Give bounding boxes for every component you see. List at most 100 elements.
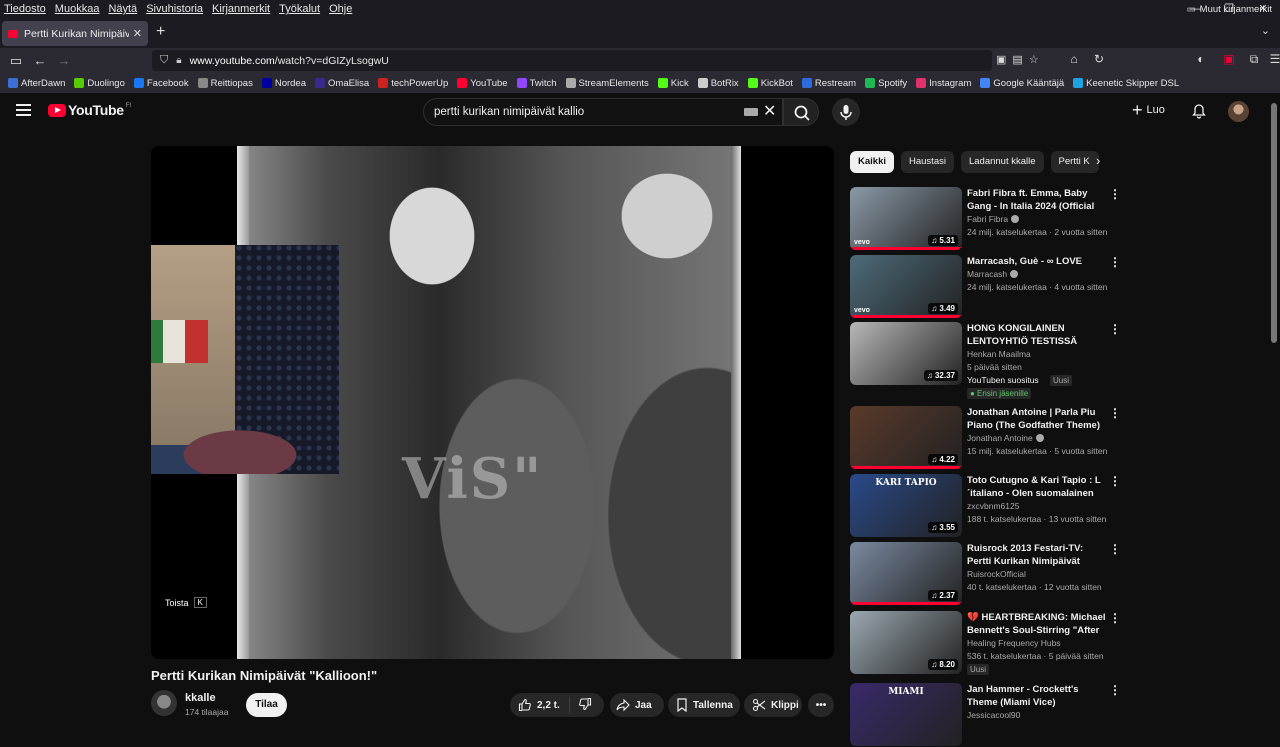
tab-youtube[interactable]: Pertti Kurikan Nimipäivät "Kallioon!" - … bbox=[2, 21, 148, 46]
clip-button[interactable]: Klippi bbox=[744, 693, 802, 717]
page-scrollbar[interactable] bbox=[1271, 103, 1277, 343]
app-menu-icon[interactable]: ☰ bbox=[1266, 52, 1280, 66]
chip-1[interactable]: Haustasi bbox=[901, 151, 954, 173]
bookmark-item[interactable]: Twitch bbox=[516, 78, 557, 89]
save-button[interactable]: Tallenna bbox=[668, 693, 740, 717]
menu-item-4[interactable]: Kirjanmerkit bbox=[212, 3, 270, 15]
menu-item-0[interactable]: Tiedosto bbox=[4, 3, 46, 15]
more-options-icon[interactable]: ⋮ bbox=[1109, 322, 1121, 336]
recommendation-channel[interactable]: Fabri Fibra bbox=[967, 214, 1020, 224]
more-options-icon[interactable]: ⋮ bbox=[1109, 542, 1121, 556]
recommendation-title[interactable]: Ruisrock 2013 Festari-TV: Pertti Kurikan… bbox=[967, 542, 1107, 568]
bookmark-item[interactable]: Duolingo bbox=[74, 78, 125, 89]
recommendation-channel[interactable]: Jonathan Antoine bbox=[967, 433, 1044, 443]
bookmark-item[interactable]: Kick bbox=[657, 78, 689, 89]
share-button[interactable]: Jaa bbox=[610, 693, 664, 717]
thumbnail[interactable]: vevo ♫ 3.49 bbox=[850, 255, 962, 318]
channel-name[interactable]: kkalle bbox=[185, 692, 216, 704]
recommendation-channel[interactable]: Marracash bbox=[967, 269, 1019, 279]
menu-item-2[interactable]: Näytä bbox=[108, 3, 137, 15]
chip-3[interactable]: Pertti K bbox=[1050, 151, 1099, 173]
recommendation-channel[interactable]: RuisrockOfficial bbox=[967, 569, 1026, 579]
bookmark-item[interactable]: Nordea bbox=[261, 78, 306, 89]
bookmark-item[interactable]: KickBot bbox=[747, 78, 793, 89]
thumbnail[interactable]: vevo ♫ 5.31 bbox=[850, 187, 962, 250]
recommendation-title[interactable]: HONG KONGILAINEN LENTOYHTIÖ TESTISSÄ bbox=[967, 322, 1107, 348]
youtube-logo[interactable]: YouTube FI bbox=[48, 102, 131, 118]
more-options-icon[interactable]: ⋮ bbox=[1109, 683, 1121, 697]
bookmark-star-icon[interactable]: ☆ bbox=[1029, 53, 1039, 66]
thumbnail[interactable]: ♫ 2.37 bbox=[850, 542, 962, 605]
chevron-right-icon[interactable]: › bbox=[1096, 153, 1100, 168]
bookmark-item[interactable]: OmaElisa bbox=[315, 78, 369, 89]
menu-item-6[interactable]: Ohje bbox=[329, 3, 352, 15]
recommendation-title[interactable]: Jan Hammer - Crockett's Theme (Miami Vic… bbox=[967, 683, 1107, 709]
recommendation-title[interactable]: Jonathan Antoine | Parla Piu Piano (The … bbox=[967, 406, 1107, 432]
thumbnail[interactable]: MIAMI bbox=[850, 683, 962, 746]
thumbnail[interactable]: ♫ 4.22 bbox=[850, 406, 962, 469]
search-button[interactable] bbox=[783, 98, 819, 126]
channel-avatar[interactable] bbox=[151, 690, 177, 716]
other-bookmarks[interactable]: ▭ Muut kirjanmerkit bbox=[1187, 4, 1272, 15]
back-icon[interactable]: ← bbox=[28, 53, 52, 68]
chip-0[interactable]: Kaikki bbox=[850, 151, 894, 173]
bookmark-item[interactable]: techPowerUp bbox=[378, 78, 448, 89]
recommendation-title[interactable]: Marracash, Guè - ∞ LOVE bbox=[967, 255, 1107, 268]
bookmark-item[interactable]: Restream bbox=[801, 78, 856, 89]
recommendation-channel[interactable]: zxcvbnm6125 bbox=[967, 501, 1019, 511]
menu-item-1[interactable]: Muokkaa bbox=[55, 3, 100, 15]
more-options-icon[interactable]: ⋮ bbox=[1109, 255, 1121, 269]
recommendation-item[interactable]: MIAMI Jan Hammer - Crockett's Theme (Miam… bbox=[850, 683, 1122, 747]
recommendation-channel[interactable]: Jessicacool90 bbox=[967, 710, 1020, 720]
bookmark-item[interactable]: YouTube bbox=[457, 78, 508, 89]
more-options-icon[interactable]: ⋮ bbox=[1109, 406, 1121, 420]
dislike-button[interactable] bbox=[570, 697, 592, 714]
recommendation-title[interactable]: Fabri Fibra ft. Emma, Baby Gang - In Ita… bbox=[967, 187, 1107, 214]
more-options-icon[interactable]: ⋮ bbox=[1109, 474, 1121, 488]
recommendation-item[interactable]: ♫ 2.37 Ruisrock 2013 Festari-TV: Pertti K… bbox=[850, 542, 1122, 606]
extension-dark-icon[interactable]: ◐ bbox=[1192, 52, 1210, 66]
subscribe-button[interactable]: Tilaa bbox=[246, 693, 287, 717]
more-actions-button[interactable]: ••• bbox=[808, 693, 834, 717]
recommendation-channel[interactable]: Healing Frequency Hubs bbox=[967, 638, 1061, 648]
thumbnail[interactable]: KARI TAPIO ♫ 3.55 bbox=[850, 474, 962, 537]
more-options-icon[interactable]: ⋮ bbox=[1109, 611, 1121, 625]
recommendation-item[interactable]: ♫ 8.20 💔 HEARTBREAKING: Michael Bennett's… bbox=[850, 611, 1122, 675]
hamburger-menu-icon[interactable] bbox=[16, 104, 31, 116]
tab-list-chevron-icon[interactable]: ⌄ bbox=[1261, 24, 1270, 37]
menu-item-3[interactable]: Sivuhistoria bbox=[146, 3, 203, 15]
recommendation-channel[interactable]: Henkan Maailma bbox=[967, 349, 1031, 359]
bookmark-item[interactable]: Google Kääntäjä bbox=[980, 78, 1064, 89]
reader-view-icon[interactable]: ▤ bbox=[1012, 53, 1022, 66]
bookmark-item[interactable]: Spotify bbox=[865, 78, 907, 89]
chip-2[interactable]: Ladannut kkalle bbox=[960, 151, 1044, 173]
thumbnail[interactable]: ♫ 32.37 bbox=[850, 322, 962, 385]
extension-badge-icon[interactable]: ▣ bbox=[1220, 52, 1238, 66]
bookmark-item[interactable]: AfterDawn bbox=[8, 78, 65, 89]
clear-search-icon[interactable]: ✕ bbox=[763, 101, 776, 121]
avatar[interactable] bbox=[1228, 101, 1249, 122]
recommendation-title[interactable]: 💔 HEARTBREAKING: Michael Bennett's Soul-… bbox=[967, 611, 1107, 638]
create-button[interactable]: + Luo bbox=[1132, 101, 1165, 119]
forward-icon[interactable]: → bbox=[52, 53, 76, 68]
recommendation-item[interactable]: KARI TAPIO ♫ 3.55 Toto Cutugno & Kari Tapi… bbox=[850, 474, 1122, 538]
thumbnail[interactable]: ♫ 8.20 bbox=[850, 611, 962, 674]
tracking-shield-icon[interactable]: ⛉ bbox=[160, 54, 168, 67]
bookmark-item[interactable]: Facebook bbox=[133, 78, 189, 89]
bookmark-item[interactable]: BotRix bbox=[697, 78, 739, 89]
new-tab-button[interactable]: + bbox=[156, 23, 165, 41]
notifications-button[interactable] bbox=[1191, 103, 1207, 124]
video-player[interactable]: ViS" Toista K bbox=[151, 146, 834, 659]
bookmark-item[interactable]: Keenetic Skipper DSL bbox=[1073, 78, 1179, 89]
bookmark-item[interactable]: Reittiopas bbox=[197, 78, 253, 89]
picture-in-picture-icon[interactable]: ▣ bbox=[996, 53, 1006, 66]
address-bar[interactable]: ⛉ 🔒︎ www.youtube.com/watch?v=dGIZyLsogwU bbox=[152, 50, 992, 71]
recommendation-item[interactable]: vevo ♫ 3.49 Marracash, Guè - ∞ LOVE Marraca… bbox=[850, 255, 1122, 319]
recommendation-item[interactable]: vevo ♫ 5.31 Fabri Fibra ft. Emma, Baby Gan… bbox=[850, 187, 1122, 251]
keyboard-icon[interactable] bbox=[744, 108, 758, 116]
like-button[interactable]: 2,2 t. bbox=[510, 697, 570, 713]
extensions-puzzle-icon[interactable]: ⧉ bbox=[1245, 52, 1263, 67]
lock-icon[interactable]: 🔒︎ bbox=[176, 55, 181, 66]
more-options-icon[interactable]: ⋮ bbox=[1109, 187, 1121, 201]
recommendation-item[interactable]: ♫ 4.22 Jonathan Antoine | Parla Piu Piano… bbox=[850, 406, 1122, 470]
